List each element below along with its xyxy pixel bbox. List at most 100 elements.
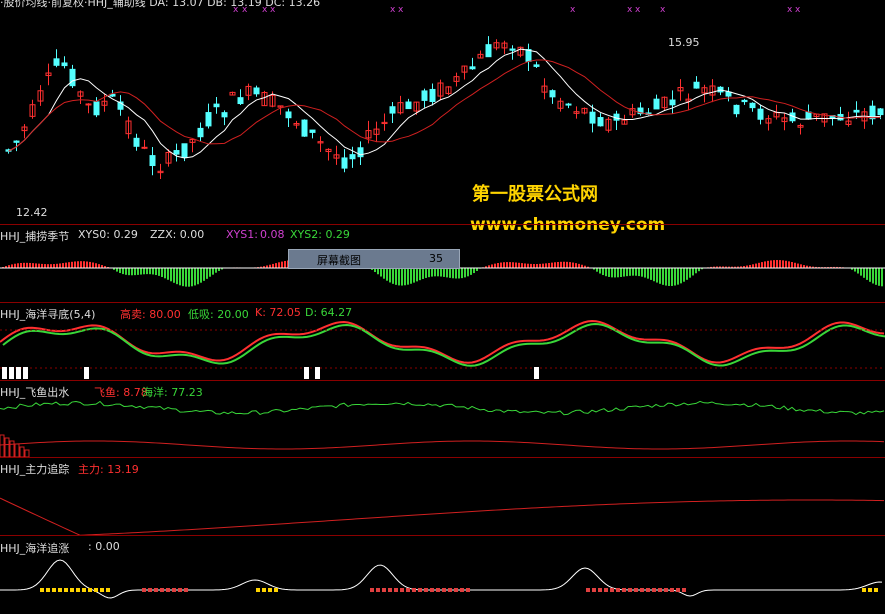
- chase-dot: [256, 588, 260, 592]
- panel4-title: HHJ_主力追踪: [0, 463, 70, 476]
- fish-bar: [4, 437, 10, 458]
- candle-body: [469, 66, 476, 70]
- chase-dot: [412, 588, 416, 592]
- ocean-value: 海洋: 77.23: [142, 386, 203, 399]
- chase-dot: [868, 588, 872, 592]
- bottom-signal-bar: [304, 367, 309, 379]
- signal-x-marker: x: [660, 5, 666, 15]
- candle-body: [589, 111, 596, 124]
- bottom-signal-bar: [84, 367, 89, 379]
- candle-body: [237, 97, 244, 105]
- candle-body: [53, 58, 60, 66]
- zzx-value: ZZX: 0.00: [150, 228, 205, 241]
- bottom-signal-bar: [534, 367, 539, 379]
- chase-dot: [178, 588, 182, 592]
- candle-body: [725, 91, 732, 97]
- sell-level: 高卖: 80.00: [120, 308, 181, 321]
- chase-dot: [862, 588, 866, 592]
- chase-dot: [406, 588, 410, 592]
- xys1-label: XYS1:: [226, 228, 258, 241]
- chase-dot: [394, 588, 398, 592]
- candle-body: [13, 140, 20, 143]
- chase-dot: [76, 588, 80, 592]
- bottom-signal-bar: [315, 367, 320, 379]
- chase-dot: [436, 588, 440, 592]
- candle-body: [805, 111, 812, 120]
- chase-dot: [598, 588, 602, 592]
- separator: [0, 535, 885, 536]
- signal-x-marker: x: [787, 5, 793, 15]
- screenshot-button[interactable]: 屏幕截图 35: [288, 249, 460, 269]
- candle-body: [597, 117, 604, 127]
- bottom-signal-bar: [16, 367, 21, 379]
- watermark-title: 第一股票公式网: [472, 184, 598, 205]
- candle-body: [93, 101, 100, 116]
- chase-dot: [142, 588, 146, 592]
- candle-body: [485, 44, 492, 58]
- candle-body: [669, 99, 676, 106]
- candle-body: [253, 87, 260, 95]
- candle-body: [301, 119, 308, 137]
- chase-dot: [400, 588, 404, 592]
- chase-dot: [262, 588, 266, 592]
- screenshot-button-number: 35: [429, 252, 443, 265]
- chase-dot: [70, 588, 74, 592]
- separator: [0, 224, 885, 225]
- xys0-value: XYS0: 0.29: [78, 228, 138, 241]
- signal-x-marker: x: [570, 5, 576, 15]
- chase-dot: [586, 588, 590, 592]
- k-value: K: 72.05: [255, 306, 301, 319]
- chase-dot: [658, 588, 662, 592]
- candle-body: [749, 102, 756, 109]
- panel2-title: HHJ_海洋寻底(5,4): [0, 308, 96, 321]
- chase-dot: [268, 588, 272, 592]
- candle-body: [565, 103, 572, 106]
- bottom-signal-bar: [9, 367, 14, 379]
- xys1-value: 0.08: [260, 228, 285, 241]
- chase-dot: [94, 588, 98, 592]
- candle-body: [533, 64, 540, 67]
- chase-dot: [646, 588, 650, 592]
- fish-line: [0, 440, 885, 450]
- watermark-url: www.chnmoney.com: [470, 215, 666, 235]
- chase-dot: [172, 588, 176, 592]
- candle-body: [733, 104, 740, 115]
- chase-dot: [376, 588, 380, 592]
- chase-dot: [448, 588, 452, 592]
- chase-dot: [634, 588, 638, 592]
- chase-dot: [40, 588, 44, 592]
- candle-body: [549, 90, 556, 98]
- chase-dot: [454, 588, 458, 592]
- candle-body: [853, 109, 860, 113]
- separator: [0, 302, 885, 303]
- screenshot-button-label: 屏幕截图: [317, 254, 361, 267]
- chase-dot: [874, 588, 878, 592]
- panel5-value: : 0.00: [88, 540, 120, 553]
- chase-dot: [676, 588, 680, 592]
- chase-dot: [652, 588, 656, 592]
- main-force-line: [0, 497, 885, 536]
- candle-body: [285, 111, 292, 119]
- chase-dot: [64, 588, 68, 592]
- chase-dot: [430, 588, 434, 592]
- candle-body: [405, 101, 412, 110]
- main-force-value: 主力: 13.19: [78, 463, 139, 476]
- signal-x-marker: x: [390, 5, 396, 15]
- chase-dot: [88, 588, 92, 592]
- chase-dot: [58, 588, 62, 592]
- candle-body: [85, 103, 92, 106]
- buy-level: 低吸: 20.00: [188, 308, 249, 321]
- fish-bar: [9, 440, 15, 458]
- panel3-title: HHJ_飞鱼出水: [0, 386, 70, 399]
- candle-body: [221, 112, 228, 118]
- k-line: [0, 320, 885, 364]
- chase-dot: [106, 588, 110, 592]
- chase-dot: [148, 588, 152, 592]
- chase-dot: [610, 588, 614, 592]
- chase-dot: [640, 588, 644, 592]
- bottom-signal-bar: [23, 367, 28, 379]
- ocean-chase-line: [0, 559, 883, 599]
- chase-dot: [82, 588, 86, 592]
- candle-body: [509, 48, 516, 51]
- xys2-value: XYS2: 0.29: [290, 228, 350, 241]
